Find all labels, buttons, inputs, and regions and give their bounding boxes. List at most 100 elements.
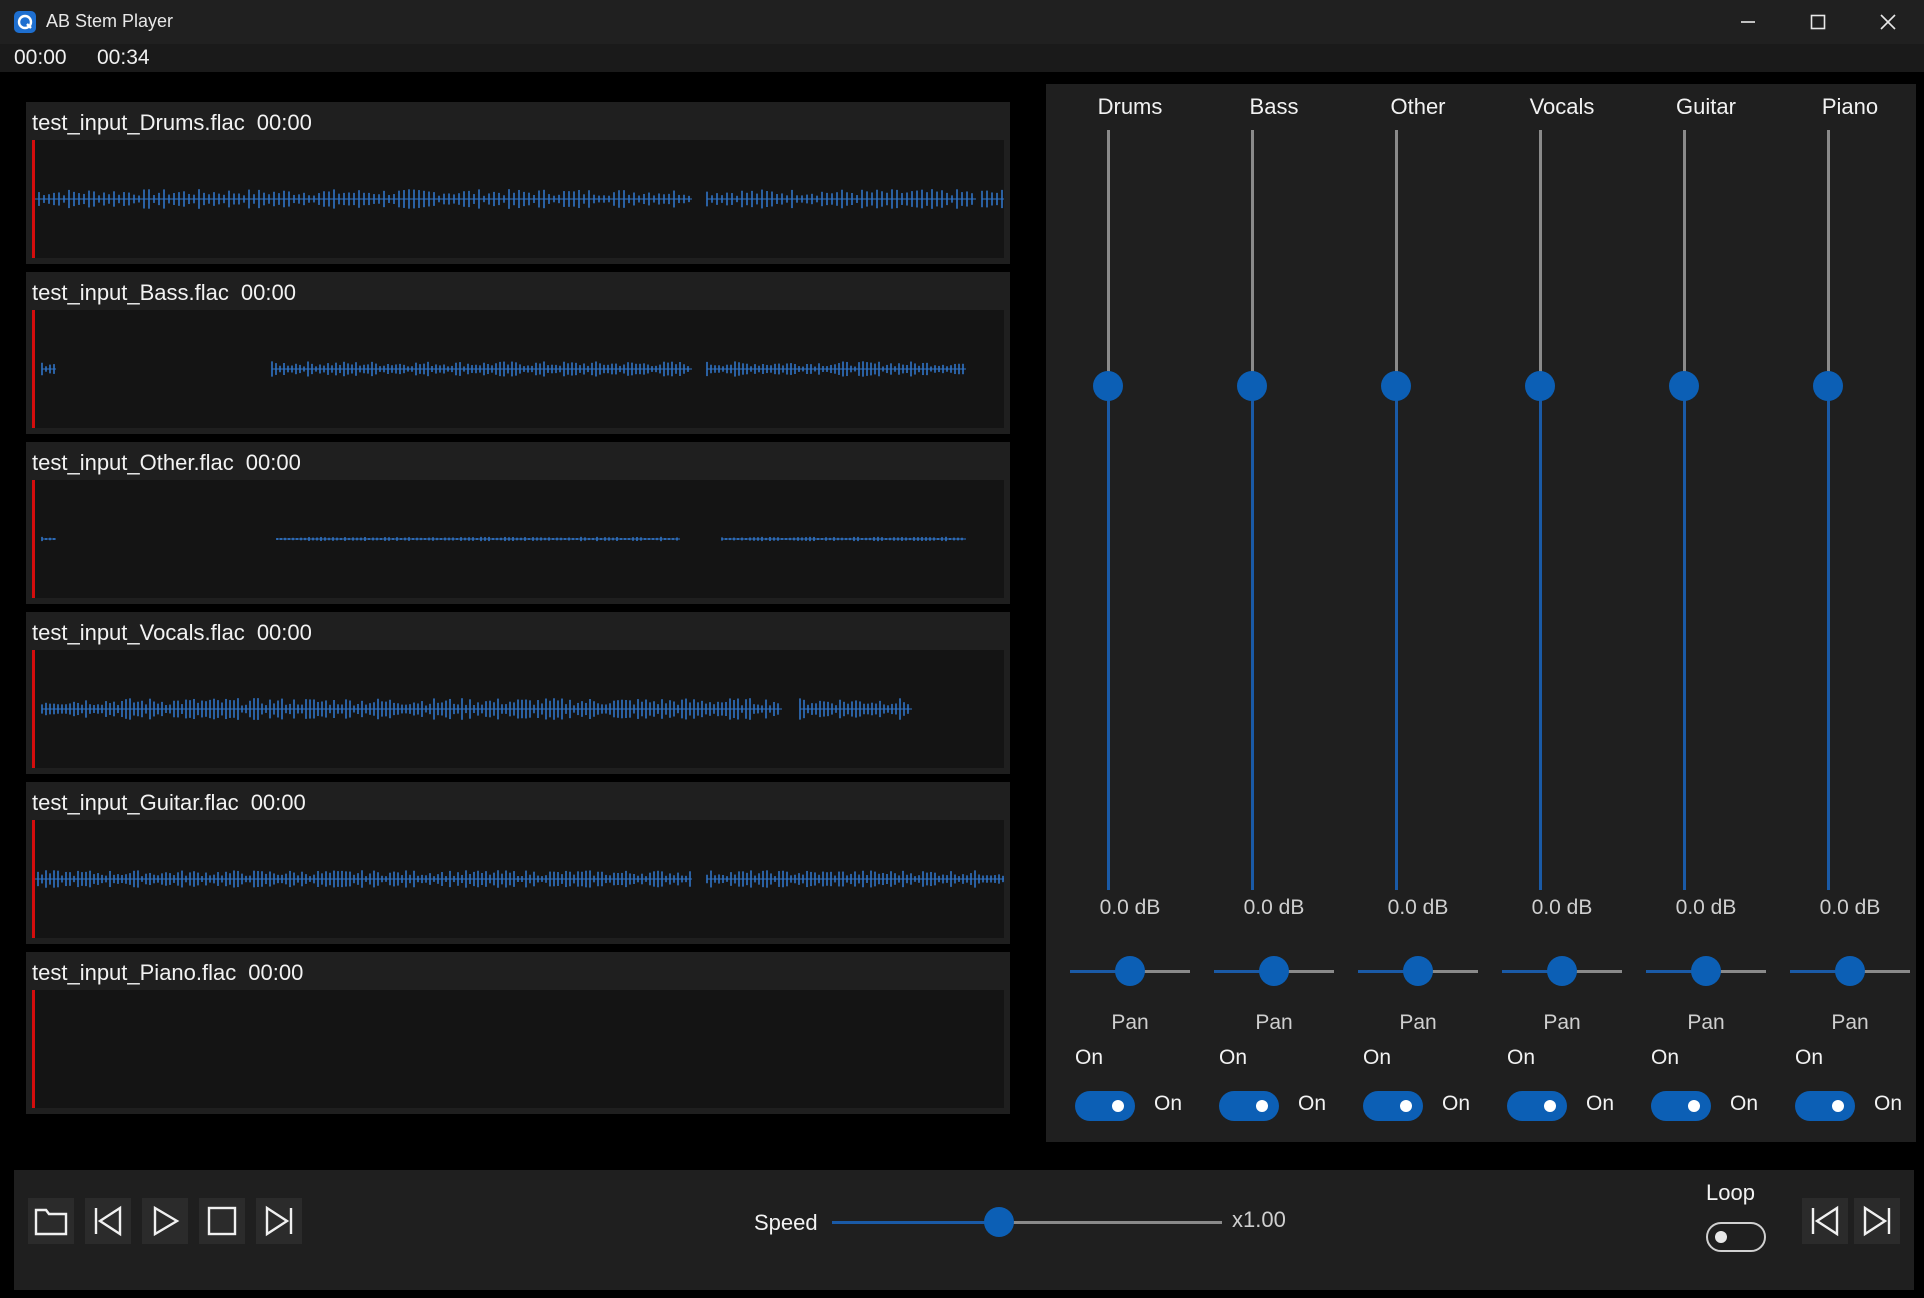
volume-value: 0.0 dB	[1531, 896, 1593, 919]
waveform[interactable]	[32, 480, 1004, 598]
next-button[interactable]	[256, 1198, 302, 1244]
pan-slider-thumb[interactable]	[1835, 956, 1865, 986]
waveform-guitar	[33, 870, 1004, 888]
skip-back-icon	[94, 1205, 122, 1237]
volume-slider-thumb[interactable]	[1525, 371, 1555, 401]
minimize-button[interactable]	[1713, 0, 1783, 44]
track-file-name: test_input_Bass.flac	[32, 280, 229, 305]
waveform[interactable]	[32, 820, 1004, 938]
loop-label: Loop	[1706, 1180, 1755, 1205]
channel-other: Other 0.0 dB Pan On On	[1346, 84, 1490, 1142]
speed-track-empty[interactable]	[1000, 1221, 1222, 1224]
track-file-name: test_input_Other.flac	[32, 450, 234, 475]
track-guitar: test_input_Guitar.flac 00:00	[26, 782, 1010, 944]
channel-state: On	[1795, 1046, 1824, 1069]
pan-label: Pan	[1831, 1011, 1869, 1034]
playhead[interactable]	[32, 820, 35, 938]
volume-track-lower[interactable]	[1107, 386, 1110, 890]
channel-state: On	[1651, 1046, 1680, 1069]
channel-name: Drums	[1097, 94, 1163, 119]
waveform-vocals	[41, 698, 912, 720]
track-time: 00:00	[240, 280, 296, 305]
waveform[interactable]	[32, 140, 1004, 258]
playhead[interactable]	[32, 310, 35, 428]
volume-slider-thumb[interactable]	[1093, 371, 1123, 401]
pan-slider-thumb[interactable]	[1115, 956, 1145, 986]
volume-slider-thumb[interactable]	[1669, 371, 1699, 401]
track-file-name: test_input_Drums.flac	[32, 110, 245, 135]
track-file-name: test_input_Vocals.flac	[32, 620, 245, 645]
volume-track-lower[interactable]	[1251, 386, 1254, 890]
channel-toggle[interactable]	[1219, 1091, 1279, 1121]
loop-toggle[interactable]	[1706, 1222, 1766, 1252]
volume-track-upper[interactable]	[1827, 130, 1830, 386]
waveform[interactable]	[32, 990, 1004, 1108]
minimize-icon	[1741, 21, 1755, 23]
track-time: 00:00	[256, 110, 312, 135]
volume-slider-thumb[interactable]	[1381, 371, 1411, 401]
toggle-label: On	[1442, 1092, 1471, 1115]
channel-name: Bass	[1249, 94, 1299, 119]
pan-label: Pan	[1255, 1011, 1293, 1034]
previous-button[interactable]	[85, 1198, 131, 1244]
playhead[interactable]	[32, 140, 35, 258]
play-button[interactable]	[142, 1198, 188, 1244]
channel-state: On	[1075, 1046, 1104, 1069]
toggle-knob	[1544, 1100, 1556, 1112]
title-bar: AB Stem Player	[0, 0, 1924, 44]
volume-slider-thumb[interactable]	[1813, 371, 1843, 401]
pan-label: Pan	[1687, 1011, 1725, 1034]
volume-track-upper[interactable]	[1107, 130, 1110, 386]
skip-forward-icon	[1863, 1205, 1891, 1237]
waveform-drums	[33, 189, 1004, 209]
pan-slider-thumb[interactable]	[1691, 956, 1721, 986]
waveform[interactable]	[32, 310, 1004, 428]
open-folder-button[interactable]	[28, 1198, 74, 1244]
volume-track-upper[interactable]	[1683, 130, 1686, 386]
channel-toggle[interactable]	[1363, 1091, 1423, 1121]
channel-toggle[interactable]	[1075, 1091, 1135, 1121]
loop-start-button[interactable]	[1802, 1198, 1848, 1244]
volume-track-upper[interactable]	[1539, 130, 1542, 386]
volume-slider-thumb[interactable]	[1237, 371, 1267, 401]
volume-track-lower[interactable]	[1395, 386, 1398, 890]
channel-toggle[interactable]	[1507, 1091, 1567, 1121]
pan-slider-thumb[interactable]	[1547, 956, 1577, 986]
channel-piano: Piano 0.0 dB Pan On On	[1778, 84, 1922, 1142]
current-time: 00:00	[14, 46, 67, 69]
track-time: 00:00	[245, 450, 301, 475]
channel-name: Guitar	[1676, 94, 1736, 119]
speed-slider-thumb[interactable]	[984, 1207, 1014, 1237]
transport-bar: Speed x1.00 Loop	[14, 1170, 1914, 1290]
channel-bass: Bass 0.0 dB Pan On On	[1202, 84, 1346, 1142]
track-file-name: test_input_Guitar.flac	[32, 790, 239, 815]
playhead[interactable]	[32, 480, 35, 598]
track-title: test_input_Guitar.flac 00:00	[32, 790, 306, 816]
channel-state: On	[1219, 1046, 1248, 1069]
playhead[interactable]	[32, 990, 35, 1108]
volume-track-lower[interactable]	[1683, 386, 1686, 890]
track-drums: test_input_Drums.flac 00:00	[26, 102, 1010, 264]
volume-value: 0.0 dB	[1387, 896, 1449, 919]
volume-track-upper[interactable]	[1395, 130, 1398, 386]
pan-slider-thumb[interactable]	[1403, 956, 1433, 986]
stop-button[interactable]	[199, 1198, 245, 1244]
maximize-icon	[1810, 14, 1826, 30]
waveform[interactable]	[32, 650, 1004, 768]
volume-track-lower[interactable]	[1539, 386, 1542, 890]
pan-slider-thumb[interactable]	[1259, 956, 1289, 986]
maximize-button[interactable]	[1783, 0, 1853, 44]
close-button[interactable]	[1853, 0, 1923, 44]
skip-back-icon	[1811, 1205, 1839, 1237]
toggle-knob	[1688, 1100, 1700, 1112]
toggle-label: On	[1154, 1092, 1183, 1115]
playhead[interactable]	[32, 650, 35, 768]
loop-end-button[interactable]	[1854, 1198, 1900, 1244]
toggle-knob	[1256, 1100, 1268, 1112]
speed-track-filled[interactable]	[832, 1221, 1000, 1224]
volume-track-lower[interactable]	[1827, 386, 1830, 890]
volume-track-upper[interactable]	[1251, 130, 1254, 386]
window-title: AB Stem Player	[46, 11, 174, 31]
channel-toggle[interactable]	[1651, 1091, 1711, 1121]
channel-toggle[interactable]	[1795, 1091, 1855, 1121]
